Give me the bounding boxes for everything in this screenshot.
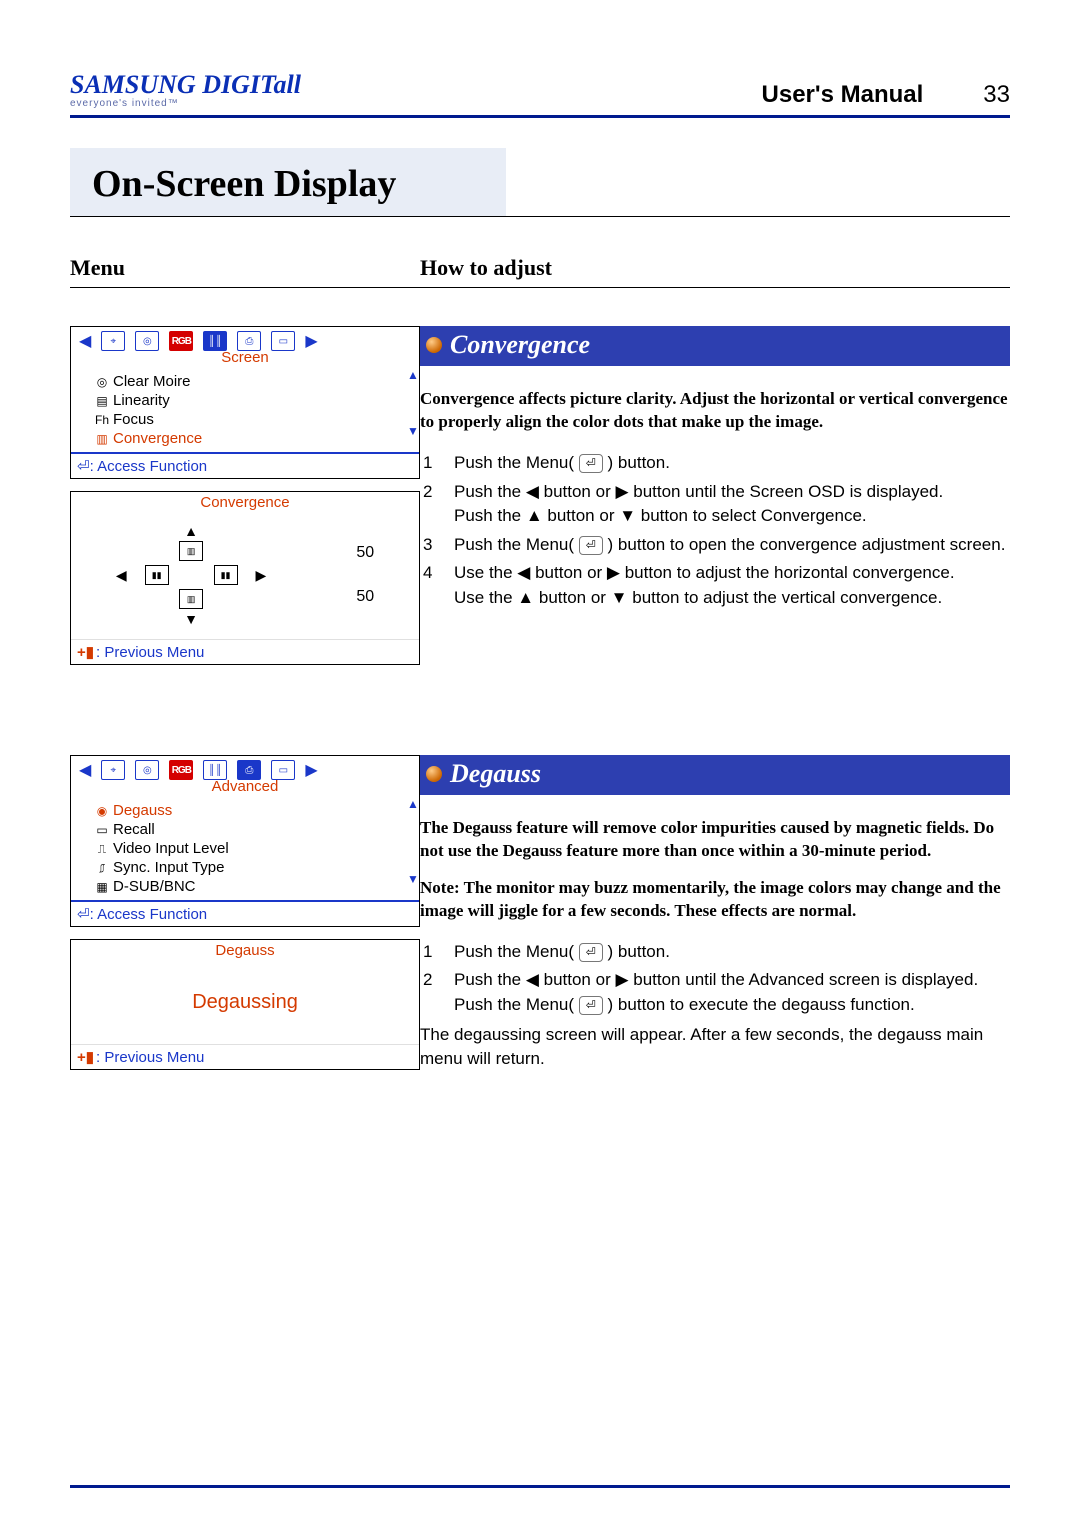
osd-tab-label: Advanced [71, 778, 419, 795]
nav-left-icon: ◀ [79, 331, 91, 351]
section-title: Degauss [450, 759, 541, 789]
vinput-icon: ⎍ [91, 842, 113, 857]
menu-item-focus: FhFocus [91, 410, 401, 429]
menu-button-icon: ⏎ [579, 996, 603, 1015]
screen-icon: ║║ [203, 331, 227, 351]
page-title: On-Screen Display [70, 148, 506, 216]
menu-button-icon: ⏎ [579, 454, 603, 473]
info-icon: ▭ [271, 760, 295, 780]
scroll-down-icon: ▼ [407, 424, 417, 438]
osd-iconbar: ◀ ⌖ ◎ RGB ║║ ⎙ ▭ ▶ [71, 756, 419, 780]
value-horizontal: 50 [356, 544, 374, 562]
position-icon: ⌖ [101, 760, 125, 780]
menu-button-icon: ⏎ [579, 536, 603, 555]
section-header-convergence: Convergence [420, 326, 1010, 366]
arrow-left-icon: ◀ [116, 567, 127, 584]
osd-degauss-detail: Degauss Degaussing +▮: Previous Menu [70, 939, 420, 1070]
osd-iconbar: ◀ ⌖ ◎ RGB ║║ ⎙ ▭ ▶ [71, 327, 419, 351]
v-conv-mini: ▮▮ [214, 565, 238, 585]
menu-item-clear-moire: ◎Clear Moire [91, 372, 401, 391]
linearity-icon: ▤ [91, 394, 113, 408]
access-function-hint: ⏎: Access Function [71, 452, 419, 478]
osd-menu-list: ◉Degauss ▭Recall ⎍Video Input Level ⎎Syn… [71, 797, 419, 900]
osd-advanced-menu: ◀ ⌖ ◎ RGB ║║ ⎙ ▭ ▶ Advanced ▲ ▼ ◉Degauss… [70, 755, 420, 927]
value-vertical: 50 [356, 588, 374, 606]
previous-menu-hint: +▮: Previous Menu [71, 1044, 419, 1069]
degauss-note: Note: The monitor may buzz momentarily, … [420, 877, 1010, 923]
enter-key-icon: ⏎ [77, 906, 90, 923]
previous-menu-hint: +▮: Previous Menu [71, 639, 419, 664]
v-conv-icon: ▥ [179, 589, 203, 609]
arrow-right-icon: ▶ [256, 567, 267, 584]
bullet-icon [426, 337, 442, 353]
menu-item-degauss: ◉Degauss [91, 801, 401, 820]
scroll-up-icon: ▲ [407, 368, 417, 382]
column-headings: Menu How to adjust [70, 255, 1010, 288]
nav-right-icon: ▶ [305, 760, 317, 780]
col-menu: Menu [70, 255, 420, 281]
scroll-up-icon: ▲ [407, 797, 417, 811]
h-conv-mini: ▮▮ [145, 565, 169, 585]
page-footer-rule [70, 1485, 1010, 1488]
recall-icon: ▭ [91, 823, 113, 837]
menu-item-dsub-bnc: ▦D-SUB/BNC [91, 877, 401, 896]
section-header-degauss: Degauss [420, 755, 1010, 795]
rgb-icon: RGB [169, 760, 193, 780]
osd-menu-list: ◎Clear Moire ▤Linearity FhFocus ▥Converg… [71, 368, 419, 452]
degauss-icon: ◉ [91, 804, 113, 818]
degaussing-label: Degaussing [71, 961, 419, 1044]
scroll-down-icon: ▼ [407, 872, 417, 886]
convergence-intro: Convergence affects picture clarity. Adj… [420, 388, 1010, 434]
size-icon: ◎ [135, 760, 159, 780]
convergence-steps: 1Push the Menu( ⏎ ) button. 2Push the ◀ … [420, 448, 1008, 614]
h-conv-icon: ▥ [179, 541, 203, 561]
dsub-icon: ▦ [91, 880, 113, 894]
detail-title: Convergence [71, 492, 419, 513]
advanced-icon: ⎙ [237, 760, 261, 780]
brand-text: SAMSUNG DIGITall [70, 70, 301, 99]
enter-key-icon: ⏎ [77, 458, 90, 475]
exit-icon: +▮ [77, 1049, 94, 1066]
menu-item-recall: ▭Recall [91, 820, 401, 839]
degauss-steps: 1Push the Menu( ⏎ ) button. 2Push the ◀ … [420, 937, 981, 1021]
menu-item-convergence: ▥Convergence [91, 429, 401, 448]
advanced-icon: ⎙ [237, 331, 261, 351]
page-number: 33 [983, 81, 1010, 109]
col-howto: How to adjust [420, 255, 552, 281]
degauss-tail: The degaussing screen will appear. After… [420, 1023, 1010, 1072]
nav-left-icon: ◀ [79, 760, 91, 780]
title-bar: On-Screen Display [70, 148, 1010, 217]
manual-label: User's Manual [762, 81, 924, 109]
arrow-down-icon: ▼ [184, 611, 198, 627]
position-icon: ⌖ [101, 331, 125, 351]
access-function-hint: ⏎: Access Function [71, 900, 419, 926]
brand-logo: SAMSUNG DIGITall everyone's invited™ [70, 70, 762, 109]
brand-tagline: everyone's invited™ [70, 98, 762, 109]
size-icon: ◎ [135, 331, 159, 351]
rgb-icon: RGB [169, 331, 193, 351]
menu-item-video-input: ⎍Video Input Level [91, 839, 401, 858]
section-title: Convergence [450, 330, 590, 360]
arrow-up-icon: ▲ [184, 523, 198, 539]
sync-icon: ⎎ [91, 861, 113, 876]
info-icon: ▭ [271, 331, 295, 351]
bullet-icon [426, 766, 442, 782]
degauss-intro: The Degauss feature will remove color im… [420, 817, 1010, 863]
menu-item-sync-type: ⎎Sync. Input Type [91, 858, 401, 877]
exit-icon: +▮ [77, 644, 94, 661]
convergence-icon: ▥ [91, 432, 113, 446]
osd-convergence-detail: Convergence ▲ ▥ ◀ ▮▮ ▮▮ ▶ ▥ ▼ 50 50 [70, 491, 420, 665]
menu-item-linearity: ▤Linearity [91, 391, 401, 410]
osd-screen-menu: ◀ ⌖ ◎ RGB ║║ ⎙ ▭ ▶ Screen ▲ ▼ ◎Clear Moi… [70, 326, 420, 479]
screen-icon: ║║ [203, 760, 227, 780]
osd-tab-label: Screen [71, 349, 419, 366]
page-header: SAMSUNG DIGITall everyone's invited™ Use… [70, 70, 1010, 118]
nav-right-icon: ▶ [305, 331, 317, 351]
focus-icon: Fh [91, 413, 113, 427]
menu-button-icon: ⏎ [579, 943, 603, 962]
detail-title: Degauss [71, 940, 419, 961]
moire-icon: ◎ [91, 375, 113, 389]
